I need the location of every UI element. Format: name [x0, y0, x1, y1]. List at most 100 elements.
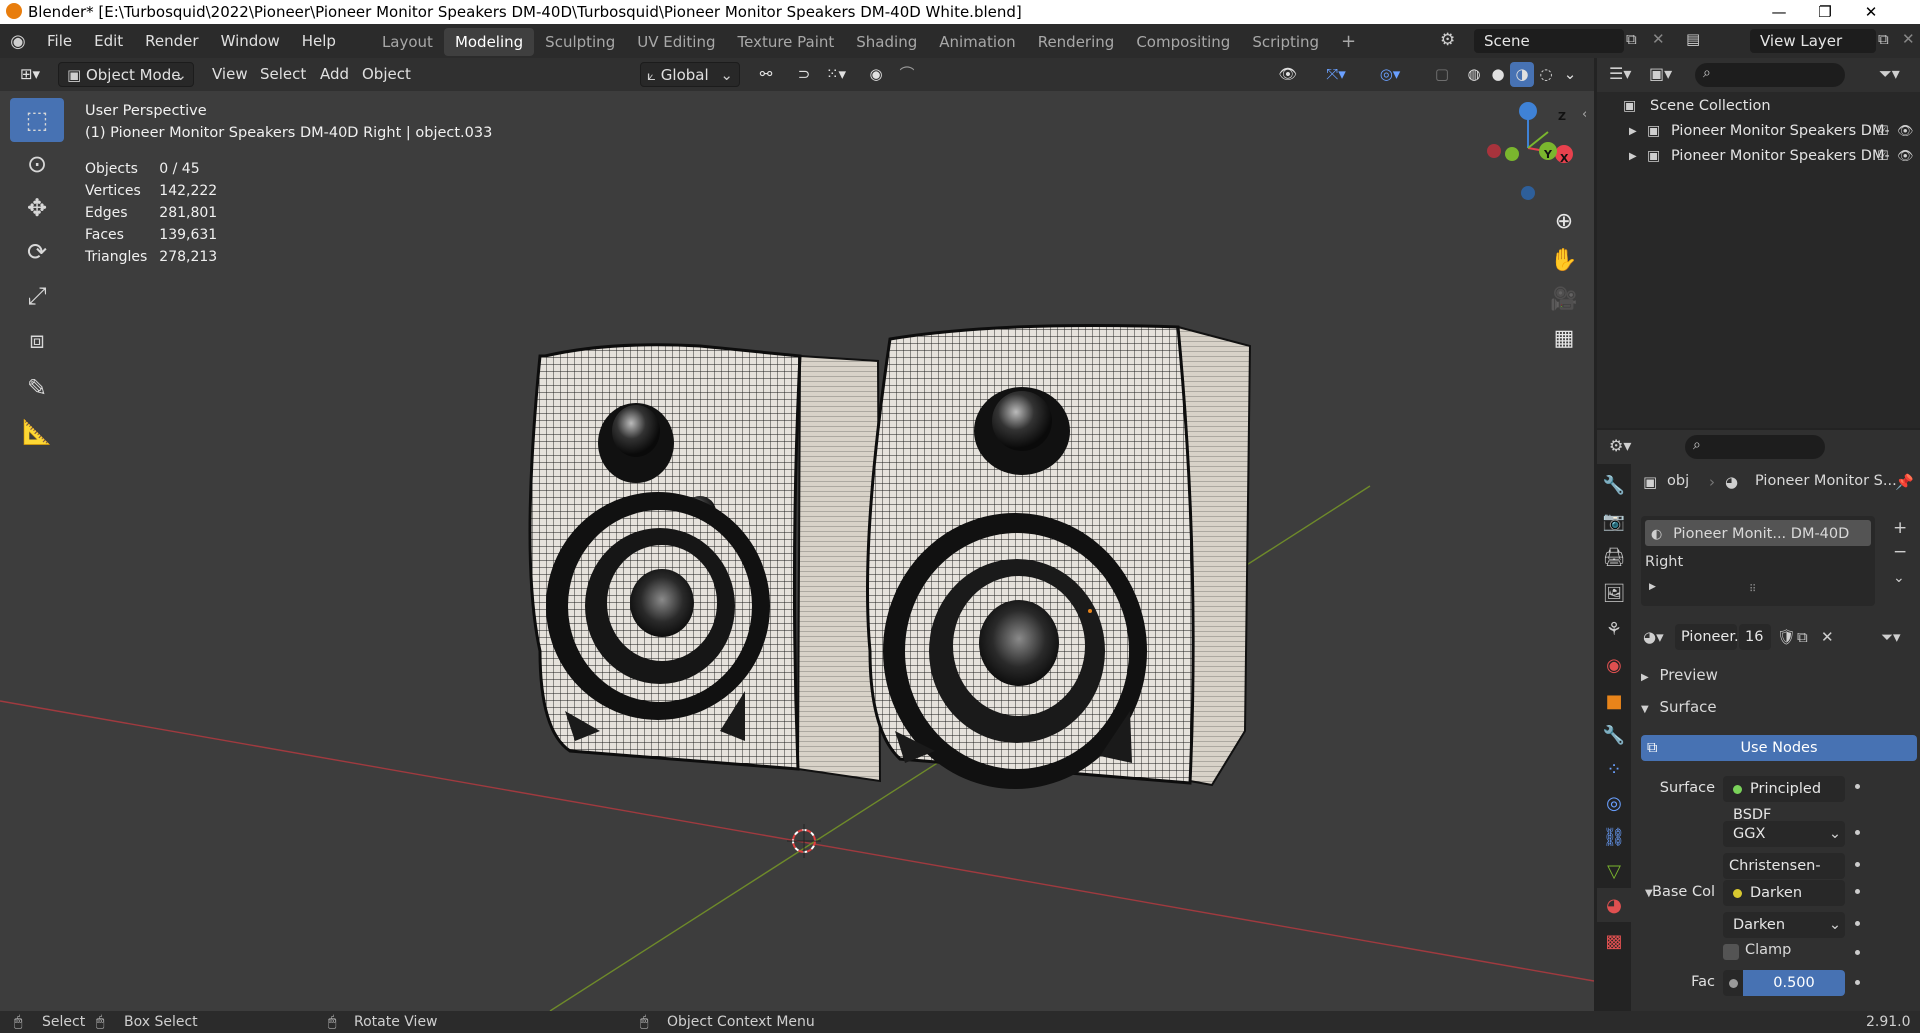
gizmo-y-label[interactable]: Y: [1544, 144, 1552, 162]
expand-arrow-icon[interactable]: ▶: [1629, 144, 1637, 169]
use-nodes-button[interactable]: ⧉ Use Nodes: [1641, 735, 1917, 761]
fake-user-shield-icon[interactable]: 🛡: [1777, 628, 1796, 646]
minimize-button[interactable]: —: [1756, 0, 1802, 24]
tab-animation[interactable]: Animation: [928, 28, 1026, 56]
scale-tool-icon[interactable]: ⤢: [10, 274, 64, 318]
visibility-icon[interactable]: 👁: [1270, 62, 1306, 87]
object-tab-icon[interactable]: ■: [1597, 684, 1631, 718]
tab-scripting[interactable]: Scripting: [1241, 28, 1330, 56]
clamp-checkbox[interactable]: [1723, 944, 1739, 960]
material-slot-item[interactable]: ◐ Pioneer Monit... DM-40D Right: [1645, 520, 1871, 570]
view-layer-selector[interactable]: View Layer: [1750, 29, 1876, 53]
pin-icon[interactable]: 📌: [1895, 473, 1914, 491]
preview-panel-header[interactable]: ▶ Preview: [1631, 662, 1920, 688]
menu-window[interactable]: Window: [210, 24, 291, 58]
outliner-item[interactable]: ▶ ▣ Pioneer Monitor Speakers DM- ☑ 👁: [1597, 144, 1920, 169]
rotate-tool-icon[interactable]: ⟳: [10, 230, 64, 274]
material-tab-icon[interactable]: ◕: [1597, 888, 1631, 922]
shading-options-chevron-icon[interactable]: ⌄: [1560, 62, 1580, 87]
editor-type-icon[interactable]: ⚙▾: [1609, 436, 1631, 455]
menu-add[interactable]: Add: [316, 62, 353, 87]
tab-modeling[interactable]: Modeling: [443, 28, 535, 56]
new-scene-icon[interactable]: ⧉: [1626, 30, 1637, 48]
transform-orientation-dropdown[interactable]: ⟀ Global ⌄: [640, 62, 740, 87]
add-slot-icon[interactable]: +: [1893, 518, 1907, 538]
scene-tab-icon[interactable]: ⚘: [1597, 612, 1631, 646]
menu-render[interactable]: Render: [134, 24, 209, 58]
menu-view[interactable]: View: [208, 62, 252, 87]
remove-view-layer-icon[interactable]: ✕: [1902, 30, 1915, 48]
keyframe-dot-icon[interactable]: [1855, 830, 1860, 835]
keyframe-dot-icon[interactable]: [1855, 950, 1860, 955]
scene-icon[interactable]: ⚙: [1440, 30, 1455, 50]
expand-arrow-icon[interactable]: ▶: [1649, 582, 1656, 592]
eye-icon[interactable]: 👁: [1897, 144, 1914, 169]
gizmo-toggle-icon[interactable]: ⤧▾: [1316, 62, 1356, 87]
mode-dropdown[interactable]: ▣ Object Mode ⌄: [58, 62, 194, 87]
scene-collection-row[interactable]: ▣ Scene Collection: [1597, 94, 1920, 119]
snap-toggle-icon[interactable]: ⊃: [792, 62, 816, 87]
blend-mode-dropdown[interactable]: Darken ⌄: [1723, 912, 1845, 938]
menu-object[interactable]: Object: [358, 62, 415, 87]
gizmo-z-label[interactable]: Z: [1558, 106, 1566, 124]
node-filter-icon[interactable]: ⏷▾: [1881, 628, 1901, 646]
constraints-tab-icon[interactable]: ⛓: [1597, 820, 1631, 854]
expand-arrow-icon[interactable]: ▶: [1629, 119, 1637, 144]
tab-rendering[interactable]: Rendering: [1027, 28, 1126, 56]
resize-handle-icon[interactable]: ⠿: [1749, 584, 1756, 595]
particles-tab-icon[interactable]: ⁘: [1597, 752, 1631, 786]
tab-uv-editing[interactable]: UV Editing: [626, 28, 726, 56]
remove-scene-icon[interactable]: ✕: [1652, 30, 1665, 48]
display-mode-icon[interactable]: ▣▾: [1649, 64, 1672, 83]
keyframe-dot-icon[interactable]: [1855, 889, 1860, 894]
falloff-icon[interactable]: ⌒: [892, 62, 922, 87]
slot-menu-chevron-icon[interactable]: ⌄: [1893, 570, 1905, 586]
rendered-shading-icon[interactable]: ◌: [1534, 62, 1558, 87]
checkbox-icon[interactable]: ☑: [1877, 144, 1889, 169]
surface-panel-header[interactable]: ▼ Surface: [1631, 694, 1920, 720]
tab-shading[interactable]: Shading: [845, 28, 928, 56]
checkbox-icon[interactable]: ☑: [1877, 119, 1889, 144]
menu-select[interactable]: Select: [256, 62, 310, 87]
eye-icon[interactable]: 👁: [1897, 119, 1914, 144]
keyframe-dot-icon[interactable]: [1855, 862, 1860, 867]
wireframe-shading-icon[interactable]: ◍: [1462, 62, 1486, 87]
user-count-field[interactable]: 16: [1739, 624, 1771, 650]
data-tab-icon[interactable]: ▽: [1597, 854, 1631, 888]
view-layer-icon[interactable]: ▤: [1686, 30, 1700, 48]
select-box-tool-icon[interactable]: ⬚: [10, 98, 64, 142]
overlays-toggle-icon[interactable]: ◎▾: [1370, 62, 1410, 87]
ortho-grid-icon[interactable]: ▦: [1547, 321, 1581, 355]
render-tab-icon[interactable]: 📷: [1597, 504, 1631, 538]
physics-tab-icon[interactable]: ◎: [1597, 786, 1631, 820]
pivot-point-icon[interactable]: ⚯: [748, 62, 784, 87]
gizmo-x-label[interactable]: X: [1560, 148, 1568, 166]
properties-search-input[interactable]: ⌕: [1685, 435, 1825, 459]
solid-shading-icon[interactable]: ●: [1486, 62, 1510, 87]
cursor-tool-icon[interactable]: ⊙: [10, 142, 64, 186]
output-tab-icon[interactable]: 🖨: [1597, 540, 1631, 574]
move-tool-icon[interactable]: ✥: [10, 186, 64, 230]
texture-tab-icon[interactable]: ▩: [1597, 924, 1631, 958]
outliner-item[interactable]: ▶ ▣ Pioneer Monitor Speakers DM- ☑ 👁: [1597, 119, 1920, 144]
keyframe-dot-icon[interactable]: [1855, 784, 1860, 789]
new-view-layer-icon[interactable]: ⧉: [1878, 30, 1889, 48]
scene-selector[interactable]: Scene: [1474, 29, 1624, 53]
tab-layout[interactable]: Layout: [371, 28, 444, 56]
subsurface-method-dropdown[interactable]: Christensen-Burley⌄: [1723, 853, 1845, 900]
tab-sculpting[interactable]: Sculpting: [534, 28, 626, 56]
material-preview-shading-icon[interactable]: ◑: [1510, 62, 1534, 87]
camera-view-icon[interactable]: 🎥: [1547, 282, 1581, 316]
tab-texture-paint[interactable]: Texture Paint: [726, 28, 845, 56]
unlink-material-icon[interactable]: ✕: [1821, 628, 1834, 646]
material-browse-icon[interactable]: ◕▾: [1643, 628, 1664, 646]
fac-value[interactable]: 0.500: [1743, 970, 1845, 996]
close-window-button[interactable]: ✕: [1848, 0, 1894, 24]
modifiers-tab-icon[interactable]: 🔧: [1597, 718, 1631, 752]
zoom-icon[interactable]: ⊕: [1547, 204, 1581, 238]
annotate-tool-icon[interactable]: ✎: [10, 366, 64, 410]
keyframe-dot-icon[interactable]: [1855, 921, 1860, 926]
outliner-search-input[interactable]: ⌕: [1695, 63, 1845, 87]
xray-toggle-icon[interactable]: ▢: [1430, 62, 1454, 87]
tab-compositing[interactable]: Compositing: [1125, 28, 1241, 56]
